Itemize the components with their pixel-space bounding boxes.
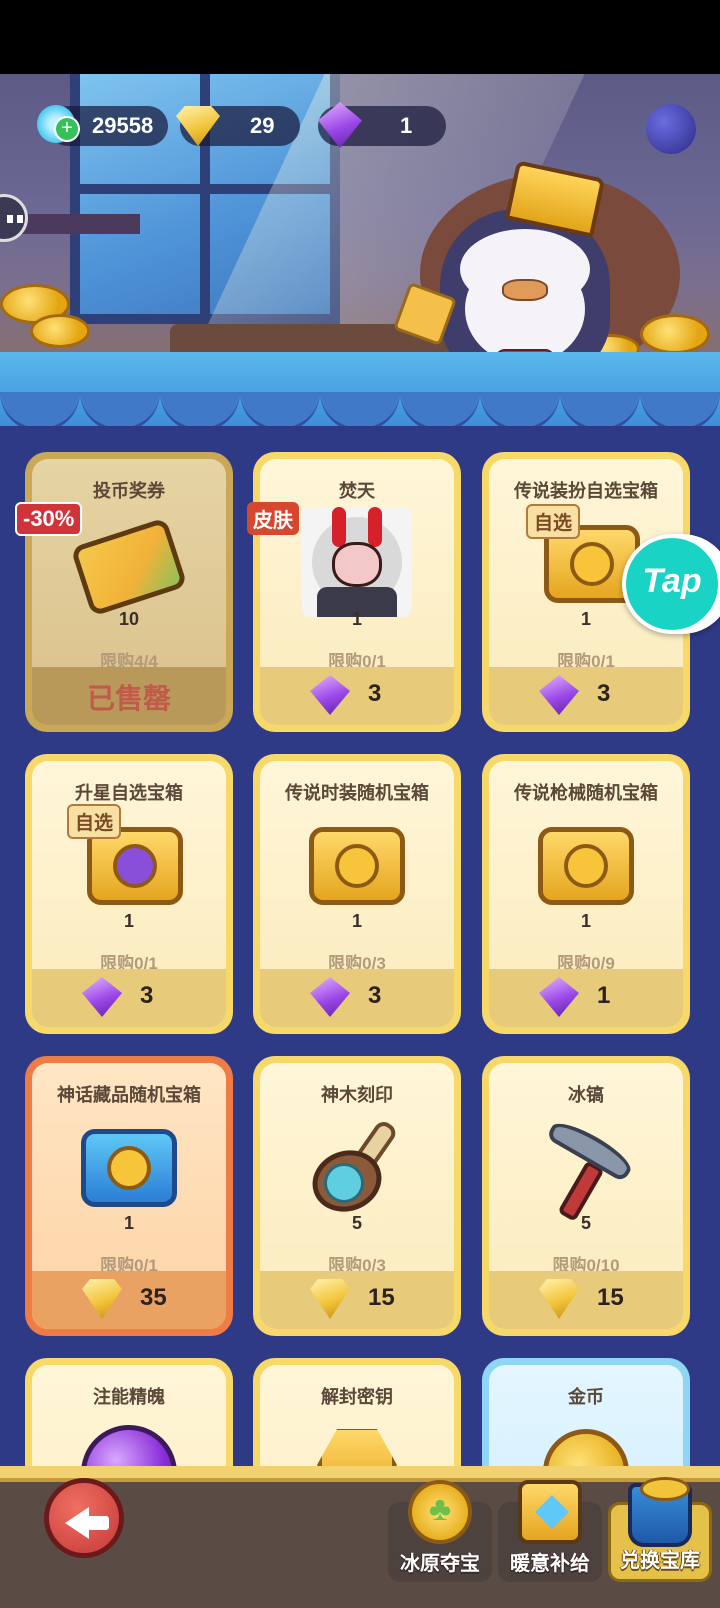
side-menu-button[interactable] bbox=[0, 194, 28, 242]
price-bar[interactable]: 3 bbox=[260, 667, 454, 725]
clover-coin-icon bbox=[408, 1480, 472, 1544]
item-price: 1 bbox=[597, 982, 611, 1009]
shop-item-card[interactable]: 神话藏品随机宝箱 1 限购0/1 35 bbox=[25, 1056, 233, 1336]
item-quantity: 1 bbox=[351, 609, 362, 629]
purple-gem-count: 1 bbox=[400, 113, 413, 138]
crystal-ball-icon bbox=[646, 104, 696, 154]
item-quantity: 1 bbox=[123, 911, 134, 931]
gold-gem-icon bbox=[539, 1279, 579, 1319]
item-quantity: 5 bbox=[580, 1213, 591, 1233]
shop-item-card[interactable]: 金币 bbox=[482, 1358, 690, 1466]
ice-pickaxe-icon bbox=[531, 1111, 641, 1222]
legendary-fashion-chest-icon bbox=[309, 827, 405, 905]
purple-gem-icon bbox=[82, 977, 122, 1017]
item-quantity: 5 bbox=[351, 1213, 362, 1233]
shop-item-card[interactable]: 冰镐 5 限购0/10 15 bbox=[482, 1056, 690, 1336]
shop-item-card[interactable]: 传说时装随机宝箱 1 限购0/3 3 bbox=[253, 754, 461, 1034]
crystal-plus-icon[interactable] bbox=[34, 102, 80, 146]
item-title: 冰镐 bbox=[568, 1085, 604, 1105]
item-price: 3 bbox=[597, 680, 611, 707]
status-bar bbox=[0, 0, 720, 74]
tab-ice-treasure[interactable]: 冰原夺宝 bbox=[388, 1480, 492, 1582]
purple-gem-icon bbox=[539, 675, 579, 715]
item-price: 3 bbox=[368, 680, 382, 707]
basket-icon bbox=[628, 1477, 692, 1547]
item-title: 神话藏品随机宝箱 bbox=[57, 1085, 201, 1105]
crystal-count: 29558 bbox=[92, 113, 154, 138]
shop-item-card[interactable]: 解封密钥 bbox=[253, 1358, 461, 1466]
item-price: 15 bbox=[368, 1284, 395, 1311]
price-bar[interactable]: 3 bbox=[260, 969, 454, 1027]
item-title: 投币奖券 bbox=[93, 481, 165, 501]
item-price: 3 bbox=[140, 982, 154, 1009]
item-title: 传说枪械随机宝箱 bbox=[514, 783, 658, 803]
item-title: 注能精魄 bbox=[93, 1387, 165, 1407]
back-arrow-icon bbox=[65, 1507, 89, 1539]
back-button[interactable] bbox=[44, 1478, 124, 1558]
shop-item-card[interactable]: 升星自选宝箱 1 限购0/1 3 自选 bbox=[25, 754, 233, 1034]
item-price: 3 bbox=[368, 982, 382, 1009]
item-title: 传说时装随机宝箱 bbox=[285, 783, 429, 803]
item-quantity: 10 bbox=[118, 609, 140, 629]
item-title: 焚天 bbox=[339, 481, 375, 501]
gold-gem-count: 29 bbox=[250, 113, 275, 138]
selectable-badge: 自选 bbox=[526, 504, 581, 539]
item-quantity: 1 bbox=[580, 911, 591, 931]
shop-item-card[interactable]: 传说枪械随机宝箱 1 限购0/9 1 bbox=[482, 754, 690, 1034]
taptap-float-button[interactable]: Tap bbox=[622, 534, 720, 634]
tab-label: 暖意补给 bbox=[510, 1553, 590, 1575]
gold-coin-icon bbox=[543, 1429, 629, 1466]
gold-gem-icon bbox=[310, 1279, 350, 1319]
shop-item-card[interactable]: 焚天 1 限购0/1 3 皮肤 bbox=[247, 452, 461, 732]
item-title: 传说装扮自选宝箱 bbox=[514, 481, 658, 501]
item-title: 金币 bbox=[568, 1387, 604, 1407]
item-title: 升星自选宝箱 bbox=[75, 783, 183, 803]
tab-label: 兑换宝库 bbox=[620, 1550, 700, 1572]
sold-out-label: 已售罄 bbox=[86, 683, 171, 714]
legendary-weapon-chest-icon bbox=[538, 827, 634, 905]
wave-banner bbox=[0, 352, 720, 432]
penguin-mascot bbox=[392, 160, 610, 374]
sold-out-bar: 已售罄 bbox=[32, 667, 226, 725]
price-bar[interactable]: 35 bbox=[32, 1271, 226, 1329]
coin-pile-icon bbox=[640, 314, 710, 354]
shop-item-card[interactable]: 神木刻印 5 限购0/3 15 bbox=[253, 1056, 461, 1336]
taptap-label: Tap bbox=[642, 562, 702, 600]
coin-pile-icon bbox=[30, 314, 90, 348]
coin-ticket-icon bbox=[70, 517, 188, 617]
item-price: 35 bbox=[140, 1284, 167, 1311]
shop-item-card[interactable]: 投币奖券 10 限购4/4 已售罄 -30% bbox=[15, 452, 233, 732]
bottom-trim bbox=[0, 1466, 720, 1482]
item-title: 神木刻印 bbox=[321, 1085, 393, 1105]
energy-orb-icon bbox=[81, 1425, 177, 1466]
tab-label: 冰原夺宝 bbox=[400, 1553, 480, 1575]
mythic-collectible-chest-icon bbox=[81, 1129, 177, 1207]
shop-grid: 投币奖券 10 限购4/4 已售罄 -30% 焚天 1 限购0/1 3 皮肤 传… bbox=[0, 426, 720, 1466]
tab-exchange-vault[interactable]: 兑换宝库 bbox=[608, 1477, 712, 1582]
purple-gem-icon bbox=[310, 977, 350, 1017]
skin-badge: 皮肤 bbox=[247, 502, 299, 535]
wood-seal-icon bbox=[302, 1111, 412, 1222]
selectable-badge: 自选 bbox=[67, 804, 122, 839]
gold-gem-icon bbox=[82, 1279, 122, 1319]
price-bar[interactable]: 3 bbox=[32, 969, 226, 1027]
chest-icon bbox=[518, 1480, 582, 1544]
price-bar[interactable]: 1 bbox=[489, 969, 683, 1027]
unseal-key-icon bbox=[317, 1429, 397, 1466]
item-quantity: 1 bbox=[351, 911, 362, 931]
price-bar[interactable]: 15 bbox=[489, 1271, 683, 1329]
price-bar[interactable]: 3 bbox=[489, 667, 683, 725]
discount-badge: -30% bbox=[15, 502, 83, 536]
item-title: 解封密钥 bbox=[321, 1387, 393, 1407]
skin-portrait-icon bbox=[302, 507, 412, 617]
tab-warm-supply[interactable]: 暖意补给 bbox=[498, 1480, 602, 1582]
shop-item-card[interactable]: 注能精魄 bbox=[25, 1358, 233, 1466]
purple-gem-icon bbox=[539, 977, 579, 1017]
item-quantity: 1 bbox=[123, 1213, 134, 1233]
purple-gem-icon bbox=[310, 675, 350, 715]
price-bar[interactable]: 15 bbox=[260, 1271, 454, 1329]
item-price: 15 bbox=[597, 1284, 624, 1311]
